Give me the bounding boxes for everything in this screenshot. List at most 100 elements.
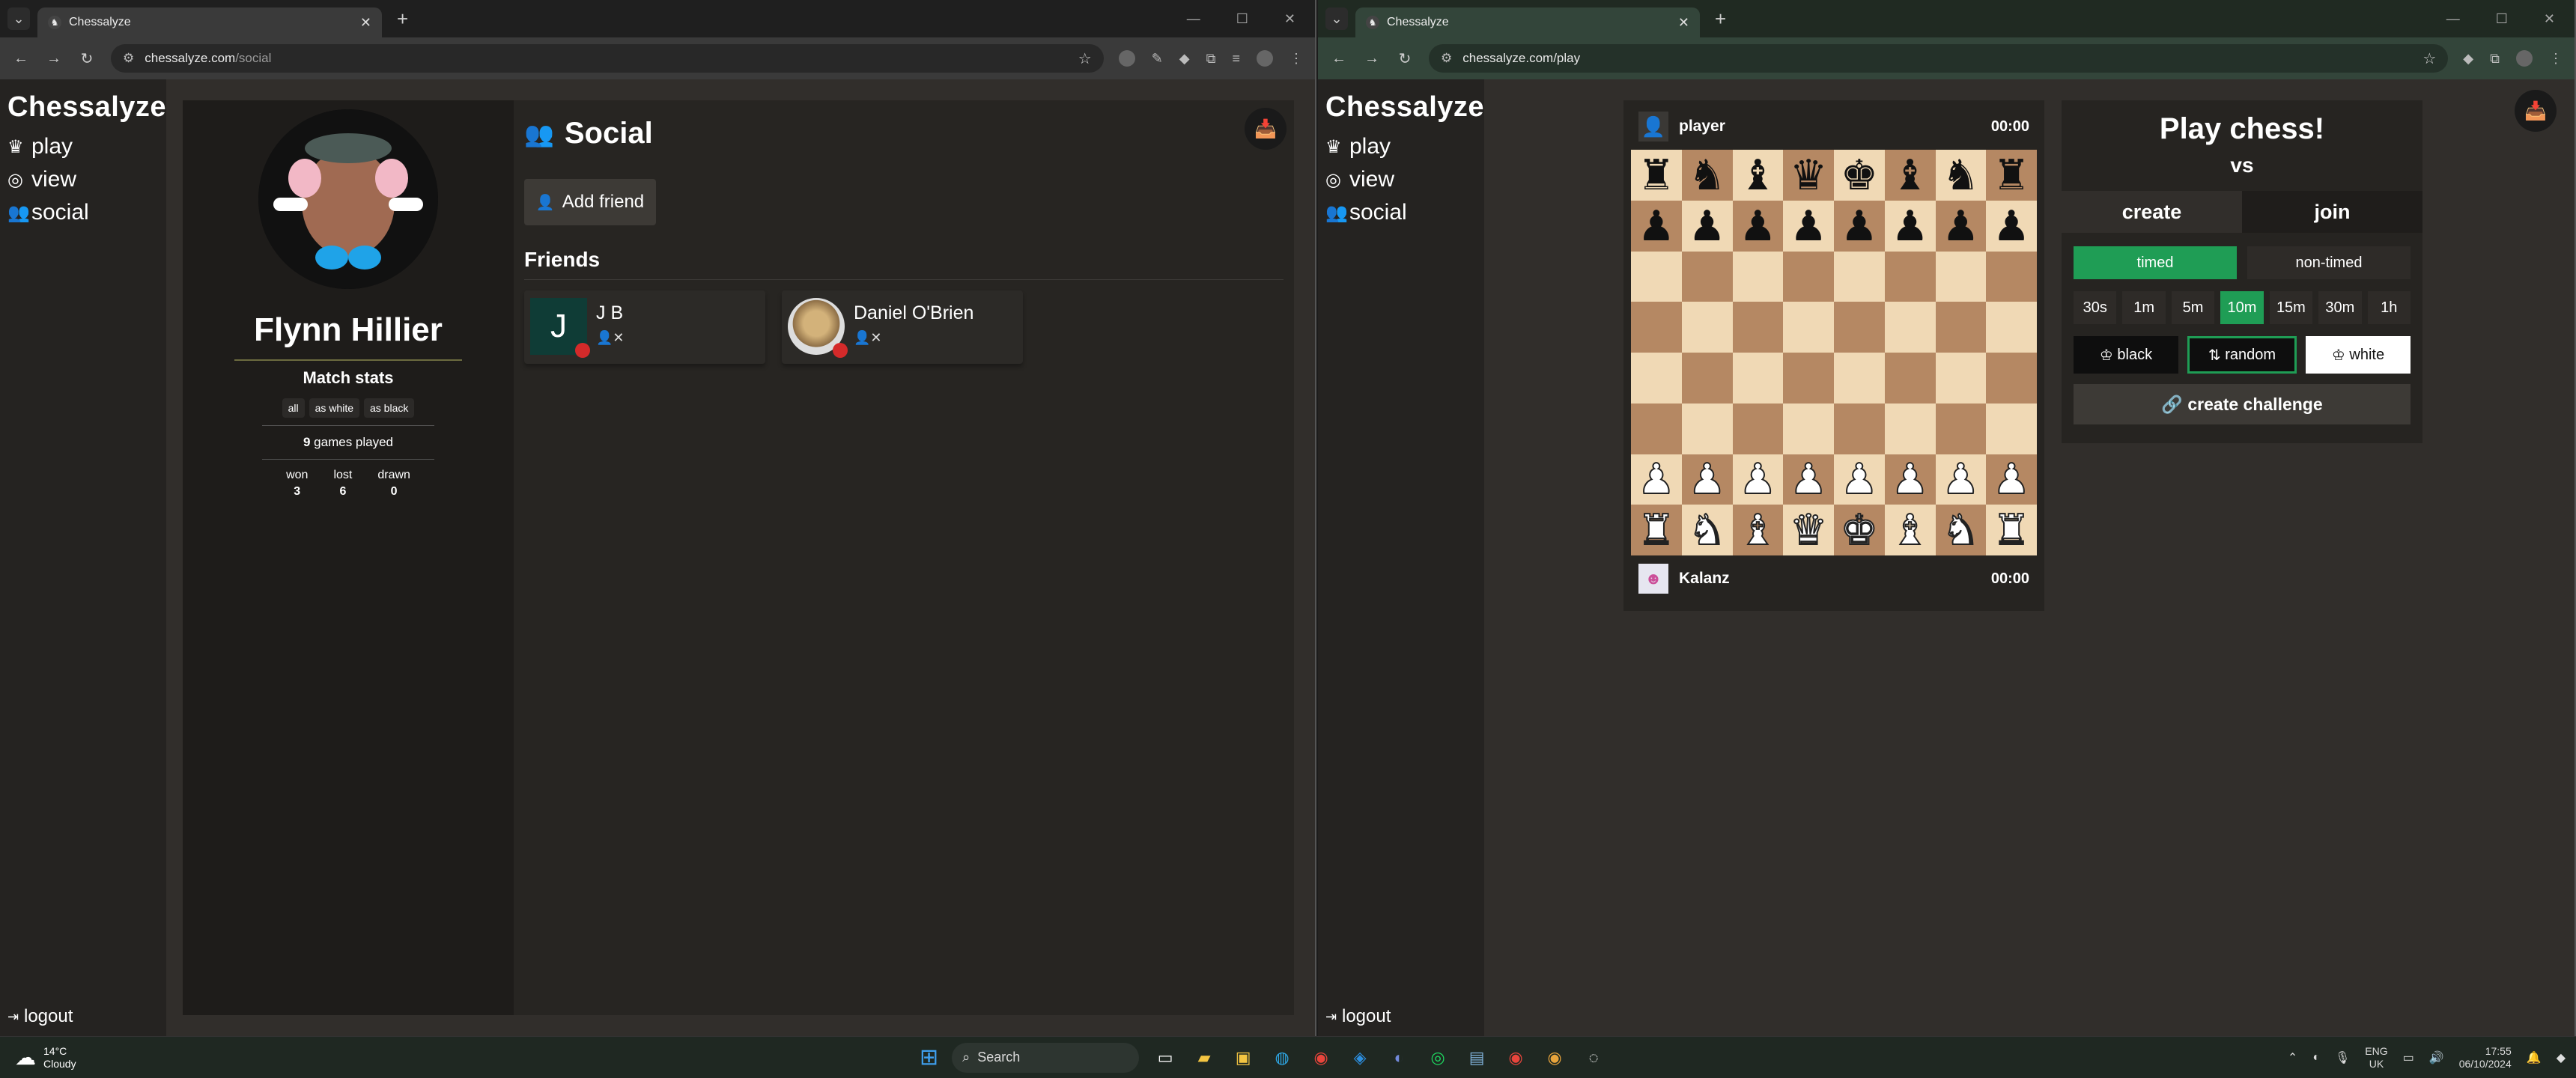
board-square[interactable]: ♟ [1986, 454, 2037, 505]
board-square[interactable]: ♟ [1834, 454, 1885, 505]
reload-icon[interactable]: ↻ [78, 49, 96, 68]
file-explorer-icon[interactable]: ▰ [1191, 1045, 1217, 1071]
new-tab-icon[interactable]: + [1715, 7, 1726, 31]
board-square[interactable]: ♟ [1732, 454, 1784, 505]
bookmark-star-icon[interactable]: ☆ [2422, 49, 2436, 68]
board-square[interactable]: ♝ [1732, 505, 1784, 555]
white-piece-icon[interactable]: ♜ [1992, 508, 2031, 552]
board-square[interactable]: ♟ [1884, 454, 1936, 505]
black-piece-icon[interactable]: ♜ [1638, 153, 1675, 196]
extensions-puzzle-icon[interactable]: ⧉ [2490, 51, 2500, 67]
board-square[interactable] [1681, 251, 1733, 302]
black-piece-icon[interactable]: ♟ [1790, 204, 1827, 247]
brand-logo[interactable]: Chessalyze [1325, 91, 1484, 124]
white-piece-icon[interactable]: ♝ [1738, 508, 1777, 552]
board-square[interactable]: ♟ [1935, 200, 1987, 252]
browser-menu-icon[interactable]: ⋮ [2549, 51, 2563, 67]
board-square[interactable] [1834, 403, 1885, 454]
time-option-button[interactable]: 15m [2269, 291, 2313, 324]
board-square[interactable]: ♜ [1986, 505, 2037, 555]
board-square[interactable]: ♜ [1986, 150, 2037, 201]
board-square[interactable]: ♟ [1884, 200, 1936, 252]
edge-icon[interactable]: ◍ [1269, 1045, 1295, 1071]
board-square[interactable] [1631, 302, 1682, 353]
back-arrow-icon[interactable]: ← [1330, 50, 1348, 67]
tab-create[interactable]: create [2062, 191, 2242, 233]
sidebar-item-social[interactable]: 👥 social [7, 200, 166, 225]
extensions-puzzle-icon[interactable]: ⧉ [1206, 51, 1216, 67]
board-square[interactable] [1681, 302, 1733, 353]
minimize-icon[interactable]: — [1187, 11, 1200, 27]
time-option-button[interactable]: 30s [2074, 291, 2117, 324]
board-square[interactable]: ♟ [1986, 200, 2037, 252]
sidebar-item-play[interactable]: ♛ play [7, 134, 166, 159]
time-option-button[interactable]: 1m [2122, 291, 2166, 324]
bookmark-star-icon[interactable]: ☆ [1078, 49, 1092, 68]
white-piece-icon[interactable]: ♟ [1891, 457, 1930, 501]
board-square[interactable] [1884, 302, 1936, 353]
close-window-icon[interactable]: ✕ [2544, 11, 2555, 27]
vscode-icon[interactable]: ◈ [1347, 1045, 1373, 1071]
address-bar[interactable]: ⚙ chessalyze.com/play ☆ [1429, 44, 2449, 73]
filter-all-button[interactable]: all [282, 398, 305, 418]
chess-board[interactable]: ♜ ♞ ♝ ♛ ♚ ♝ ♞ ♜ ♟ ♟ ♟ ♟ ♟ ♟ ♟ ♟ ♟ ♟ ♟ ♟ ♟ ♟ ♟ ♟ ♜ ♞ ♝ ♛ ♚ ♝ ♞ ♜ [1631, 150, 2037, 555]
language-indicator[interactable]: ENG UK [2365, 1045, 2387, 1069]
volume-icon[interactable]: 🔊 [2429, 1050, 2444, 1065]
add-friend-button[interactable]: 👤 Add friend [524, 179, 656, 225]
extension-circle-icon[interactable] [1118, 50, 1135, 67]
media-control-icon[interactable]: ≡ [1232, 51, 1240, 67]
board-square[interactable]: ♚ [1834, 505, 1885, 555]
board-square[interactable] [1834, 251, 1885, 302]
white-piece-icon[interactable]: ♟ [1688, 457, 1727, 501]
time-option-button-selected[interactable]: 10m [2220, 291, 2264, 324]
black-piece-icon[interactable]: ♞ [1942, 153, 1979, 196]
board-square[interactable]: ♟ [1935, 454, 1987, 505]
black-piece-icon[interactable]: ♚ [1841, 153, 1878, 196]
board-square[interactable] [1631, 403, 1682, 454]
tray-chevron-icon[interactable]: ⌃ [2288, 1050, 2297, 1065]
board-square[interactable] [1986, 403, 2037, 454]
black-piece-icon[interactable]: ♝ [1892, 153, 1929, 196]
white-piece-icon[interactable]: ♟ [1840, 457, 1879, 501]
extension-badge-icon[interactable]: ◆ [1179, 51, 1190, 67]
white-piece-icon[interactable]: ♞ [1688, 508, 1727, 552]
black-piece-icon[interactable]: ♝ [1739, 153, 1776, 196]
notification-bell-icon[interactable]: 🔔 [2527, 1050, 2542, 1065]
profile-avatar-icon[interactable] [2516, 50, 2533, 67]
timed-button[interactable]: timed [2074, 246, 2237, 279]
board-square[interactable]: ♛ [1783, 150, 1834, 201]
windows-start-icon[interactable]: ⊞ [920, 1044, 938, 1071]
board-square[interactable] [1732, 403, 1784, 454]
board-square[interactable] [1986, 353, 2037, 404]
board-square[interactable]: ♝ [1732, 150, 1784, 201]
forward-arrow-icon[interactable]: → [1363, 50, 1381, 67]
time-option-button[interactable]: 30m [2318, 291, 2362, 324]
inbox-icon[interactable]: 📥 [1245, 108, 1287, 150]
logout-link[interactable]: ⇥ logout [7, 1006, 73, 1027]
store-icon[interactable]: ▣ [1230, 1045, 1256, 1071]
browser-tab[interactable]: ♞ Chessalyze ✕ [1355, 7, 1700, 37]
board-square[interactable]: ♝ [1884, 505, 1936, 555]
maximize-icon[interactable]: ☐ [1236, 11, 1248, 27]
board-square[interactable]: ♜ [1631, 150, 1682, 201]
task-view-icon[interactable]: ▭ [1152, 1045, 1178, 1071]
sidebar-item-social[interactable]: 👥 social [1325, 200, 1484, 225]
board-square[interactable] [1783, 302, 1834, 353]
sidebar-item-view[interactable]: ◎ view [7, 167, 166, 192]
white-piece-icon[interactable]: ♟ [1992, 457, 2031, 501]
microphone-icon[interactable]: 🎙 [2335, 1050, 2350, 1065]
board-square[interactable]: ♟ [1681, 200, 1733, 252]
non-timed-button[interactable]: non-timed [2247, 246, 2411, 279]
board-square[interactable]: ♚ [1834, 150, 1885, 201]
board-square[interactable] [1631, 251, 1682, 302]
board-square[interactable]: ♟ [1631, 200, 1682, 252]
board-square[interactable] [1732, 251, 1784, 302]
board-square[interactable] [1935, 403, 1987, 454]
spotify-icon[interactable]: ◎ [1425, 1045, 1450, 1071]
board-square[interactable] [1631, 353, 1682, 404]
board-square[interactable]: ♟ [1834, 200, 1885, 252]
black-piece-icon[interactable]: ♟ [1993, 204, 2030, 247]
board-square[interactable] [1935, 353, 1987, 404]
board-square[interactable]: ♞ [1681, 150, 1733, 201]
tab-search-chevron-icon[interactable]: ⌄ [1325, 7, 1348, 30]
